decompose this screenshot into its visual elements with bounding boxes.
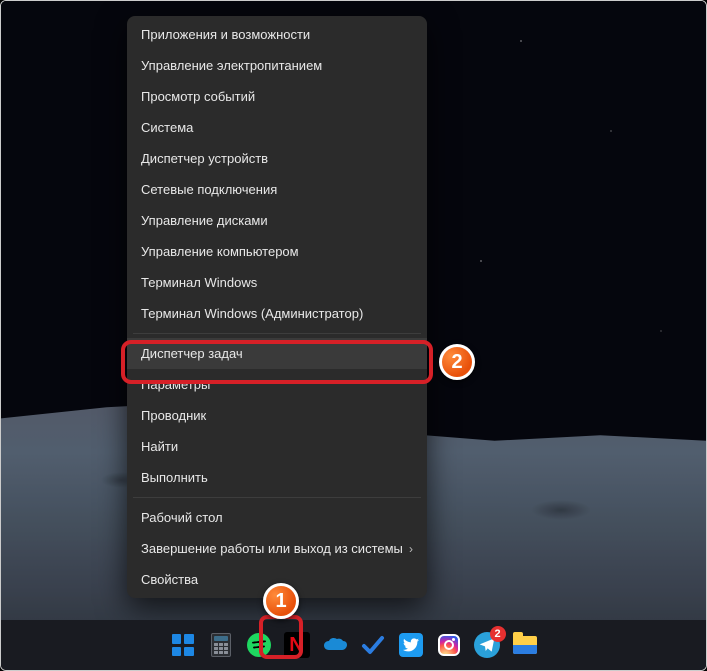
- todo-icon: [360, 632, 386, 658]
- menu-item-desktop[interactable]: Рабочий стол: [127, 502, 427, 533]
- taskbar: N 2: [1, 620, 706, 670]
- menu-item-disk-management[interactable]: Управление дисками: [127, 205, 427, 236]
- menu-item-label: Завершение работы или выход из системы: [141, 541, 403, 556]
- menu-item-label: Система: [141, 120, 193, 135]
- menu-item-settings[interactable]: Параметры: [127, 369, 427, 400]
- taskbar-instagram[interactable]: [434, 630, 464, 660]
- menu-item-label: Найти: [141, 439, 178, 454]
- menu-item-label: Выполнить: [141, 470, 208, 485]
- windows-logo-icon: [172, 634, 194, 656]
- telegram-notification-badge: 2: [490, 626, 506, 642]
- annotation-badge-1: 1: [263, 583, 299, 619]
- taskbar-telegram[interactable]: 2: [472, 630, 502, 660]
- menu-item-label: Терминал Windows (Администратор): [141, 306, 363, 321]
- menu-item-windows-terminal[interactable]: Терминал Windows: [127, 267, 427, 298]
- menu-item-label: Параметры: [141, 377, 210, 392]
- menu-item-label: Управление дисками: [141, 213, 268, 228]
- taskbar-todo[interactable]: [358, 630, 388, 660]
- menu-item-label: Управление компьютером: [141, 244, 299, 259]
- menu-item-label: Проводник: [141, 408, 206, 423]
- menu-item-network-connections[interactable]: Сетевые подключения: [127, 174, 427, 205]
- badge-number: 2: [451, 351, 462, 374]
- menu-item-label: Управление электропитанием: [141, 58, 322, 73]
- twitter-icon: [399, 633, 423, 657]
- file-explorer-icon: [513, 636, 537, 654]
- taskbar-calculator[interactable]: [206, 630, 236, 660]
- badge-count: 2: [494, 628, 500, 640]
- taskbar-twitter[interactable]: [396, 630, 426, 660]
- menu-item-run[interactable]: Выполнить: [127, 462, 427, 493]
- calculator-icon: [211, 633, 231, 657]
- instagram-icon: [438, 634, 460, 656]
- menu-item-label: Диспетчер задач: [141, 346, 243, 361]
- taskbar-onedrive[interactable]: [320, 630, 350, 660]
- menu-item-task-manager[interactable]: Диспетчер задач: [127, 338, 427, 369]
- taskbar-netflix[interactable]: N: [282, 630, 312, 660]
- onedrive-icon: [322, 636, 348, 654]
- menu-item-file-explorer[interactable]: Проводник: [127, 400, 427, 431]
- menu-separator: [133, 497, 421, 498]
- menu-item-label: Сетевые подключения: [141, 182, 277, 197]
- menu-item-label: Свойства: [141, 572, 198, 587]
- menu-item-power-options[interactable]: Управление электропитанием: [127, 50, 427, 81]
- menu-item-label: Рабочий стол: [141, 510, 223, 525]
- submenu-arrow-icon: ›: [409, 542, 413, 556]
- menu-item-windows-terminal-admin[interactable]: Терминал Windows (Администратор): [127, 298, 427, 329]
- menu-item-apps-and-features[interactable]: Приложения и возможности: [127, 19, 427, 50]
- winx-context-menu: Приложения и возможности Управление элек…: [127, 16, 427, 598]
- menu-separator: [133, 333, 421, 334]
- menu-item-computer-management[interactable]: Управление компьютером: [127, 236, 427, 267]
- screenshot-frame: Приложения и возможности Управление элек…: [0, 0, 707, 671]
- menu-item-label: Приложения и возможности: [141, 27, 310, 42]
- taskbar-spotify[interactable]: [244, 630, 274, 660]
- annotation-badge-2: 2: [439, 344, 475, 380]
- netflix-letter: N: [289, 634, 303, 657]
- netflix-icon: N: [284, 632, 310, 658]
- badge-number: 1: [275, 590, 286, 613]
- menu-item-label: Терминал Windows: [141, 275, 257, 290]
- taskbar-file-explorer[interactable]: [510, 630, 540, 660]
- menu-item-system[interactable]: Система: [127, 112, 427, 143]
- menu-item-label: Просмотр событий: [141, 89, 255, 104]
- start-button[interactable]: [168, 630, 198, 660]
- spotify-icon: [247, 633, 271, 657]
- menu-item-label: Диспетчер устройств: [141, 151, 268, 166]
- menu-item-event-viewer[interactable]: Просмотр событий: [127, 81, 427, 112]
- menu-item-search[interactable]: Найти: [127, 431, 427, 462]
- menu-item-shutdown-signout[interactable]: Завершение работы или выход из системы ›: [127, 533, 427, 564]
- menu-item-device-manager[interactable]: Диспетчер устройств: [127, 143, 427, 174]
